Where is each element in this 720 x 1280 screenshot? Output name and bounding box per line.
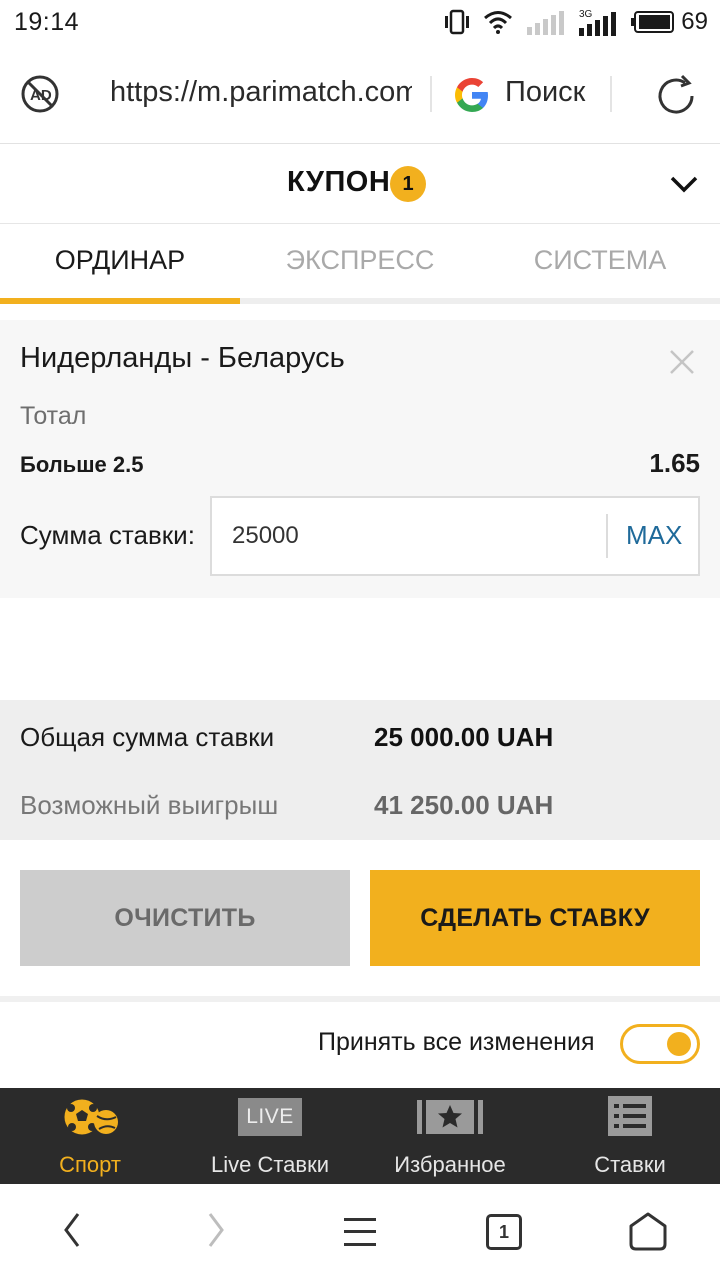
back-icon[interactable] xyxy=(60,1210,84,1250)
nav-item-bets[interactable]: Ставки xyxy=(540,1088,720,1184)
bet-type-tabs: ОРДИНАР ЭКСПРЕСС СИСТЕМА xyxy=(0,224,720,304)
chevron-down-icon[interactable] xyxy=(668,172,700,196)
nav-label-bets: Ставки xyxy=(594,1152,666,1177)
section-divider xyxy=(0,996,720,1002)
battery-indicator: 69 xyxy=(631,8,708,36)
battery-icon xyxy=(631,11,675,33)
tab-single[interactable]: ОРДИНАР xyxy=(0,224,240,298)
signal-icon xyxy=(527,11,565,35)
tab-system[interactable]: СИСТЕМА xyxy=(480,224,720,298)
stake-field: MAX xyxy=(210,496,700,576)
max-button[interactable]: MAX xyxy=(626,520,682,551)
search-separator xyxy=(610,76,612,112)
forward-icon[interactable] xyxy=(204,1210,228,1250)
status-icons: 3G 69 xyxy=(445,6,708,38)
sport-icon xyxy=(63,1098,118,1136)
bet-market: Тотал xyxy=(20,402,87,430)
accept-changes-toggle[interactable] xyxy=(620,1024,700,1064)
bets-list-icon xyxy=(608,1096,652,1136)
signal-3g-icon: 3G xyxy=(579,9,617,36)
nav-label-favorites: Избранное xyxy=(394,1152,506,1177)
toggle-knob xyxy=(667,1032,691,1056)
coupon-count-badge: 1 xyxy=(390,166,426,202)
tab-express[interactable]: ЭКСПРЕСС xyxy=(240,224,480,298)
vibrate-icon xyxy=(445,9,470,35)
nav-item-sport[interactable]: Спорт xyxy=(0,1088,180,1184)
nav-label-sport: Спорт xyxy=(59,1152,121,1177)
live-icon: LIVE xyxy=(238,1098,302,1136)
wifi-icon xyxy=(484,11,513,34)
search-label[interactable]: Поиск xyxy=(505,76,585,109)
favorites-icon xyxy=(417,1100,483,1134)
clear-button[interactable]: ОЧИСТИТЬ xyxy=(20,870,350,966)
nav-item-live[interactable]: LIVE Live Ставки xyxy=(180,1088,360,1184)
browser-nav-bar: 1 xyxy=(0,1184,720,1280)
stake-divider xyxy=(606,514,608,558)
place-bet-button[interactable]: СДЕЛАТЬ СТАВКУ xyxy=(370,870,700,966)
close-icon[interactable] xyxy=(668,348,696,376)
nav-label-live: Live Ставки xyxy=(210,1152,330,1177)
browser-bar: AD https://m.parimatch.com Поиск xyxy=(0,46,720,144)
potential-win-label: Возможный выигрыш xyxy=(20,790,279,820)
url-field[interactable]: https://m.parimatch.com xyxy=(110,76,412,109)
coupon-header[interactable]: КУПОН 1 xyxy=(0,144,720,224)
coupon-title: КУПОН xyxy=(287,166,391,198)
total-stake-value: 25 000.00 UAH xyxy=(374,722,554,752)
tabs-count-button[interactable]: 1 xyxy=(486,1214,522,1250)
status-bar: 19:14 3G 69 xyxy=(0,0,720,46)
accept-changes-label: Принять все изменения xyxy=(318,1028,595,1056)
reload-icon[interactable] xyxy=(652,72,700,120)
bottom-nav: Спорт LIVE Live Ставки Избранное Ставки xyxy=(0,1088,720,1184)
home-icon[interactable] xyxy=(628,1212,668,1252)
bet-outcome: Больше 2.5 xyxy=(20,452,144,477)
stake-input[interactable] xyxy=(232,518,592,554)
ad-block-icon[interactable]: AD xyxy=(20,74,60,114)
bet-summary: Общая сумма ставки 25 000.00 UAH Возможн… xyxy=(0,700,720,840)
svg-text:3G: 3G xyxy=(579,9,593,20)
stake-label: Сумма ставки: xyxy=(20,520,195,550)
status-time: 19:14 xyxy=(14,8,80,36)
bet-card: Нидерланды - Беларусь Тотал Больше 2.5 1… xyxy=(0,320,720,598)
url-separator xyxy=(430,76,432,112)
bet-odds: 1.65 xyxy=(649,448,700,478)
google-icon[interactable] xyxy=(450,73,494,117)
battery-level: 69 xyxy=(681,8,708,35)
potential-win-value: 41 250.00 UAH xyxy=(374,790,554,820)
menu-icon[interactable] xyxy=(344,1216,376,1248)
nav-item-favorites[interactable]: Избранное xyxy=(360,1088,540,1184)
active-tab-indicator xyxy=(0,298,240,304)
bet-event-name: Нидерланды - Беларусь xyxy=(20,342,345,374)
total-stake-label: Общая сумма ставки xyxy=(20,722,275,752)
